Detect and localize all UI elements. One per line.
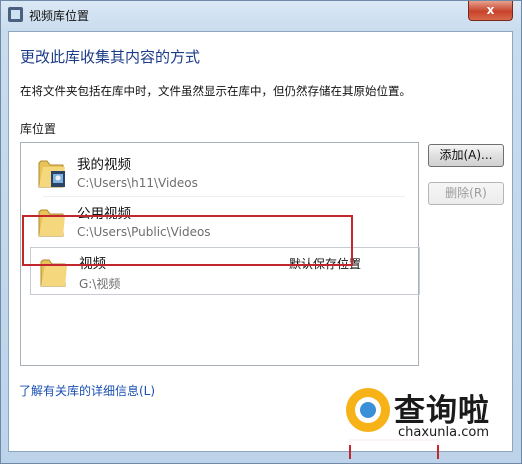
location-name: 我的视频 — [77, 157, 131, 173]
watermark-brand: 查询啦 — [394, 393, 490, 429]
list-item[interactable]: 我的视频 C:\Users\h11\Videos — [29, 149, 409, 197]
close-button[interactable]: x — [468, 1, 513, 21]
watermark-url: chaxunla.com — [398, 425, 489, 440]
location-path: C:\Users\h11\Videos — [77, 176, 198, 190]
window-title: 视频库位置 — [29, 9, 90, 23]
highlight-box — [22, 215, 353, 266]
video-folder-icon — [38, 160, 65, 188]
page-title: 更改此库收集其内容的方式 — [20, 48, 201, 66]
watermark: 查询啦 chaxunla.com — [340, 383, 510, 445]
description-text: 在将文件夹包括在库中时，文件虽然显示在库中，但仍然存储在其原始位置。 — [20, 84, 411, 98]
dialog-window: 视频库位置 x 更改此库收集其内容的方式 在将文件夹包括在库中时，文件虽然显示在… — [0, 0, 522, 464]
learn-more-link[interactable]: 了解有关库的详细信息(L) — [19, 382, 155, 399]
list-divider — [43, 196, 405, 197]
add-button[interactable]: 添加(A)... — [428, 144, 504, 167]
location-path: G:\视频 — [79, 277, 121, 291]
library-locations-label: 库位置 — [20, 122, 57, 136]
library-icon — [8, 7, 23, 22]
remove-button[interactable]: 删除(R) — [428, 182, 504, 205]
title-bar[interactable]: 视频库位置 x — [1, 1, 521, 29]
watermark-logo-icon — [346, 388, 390, 432]
